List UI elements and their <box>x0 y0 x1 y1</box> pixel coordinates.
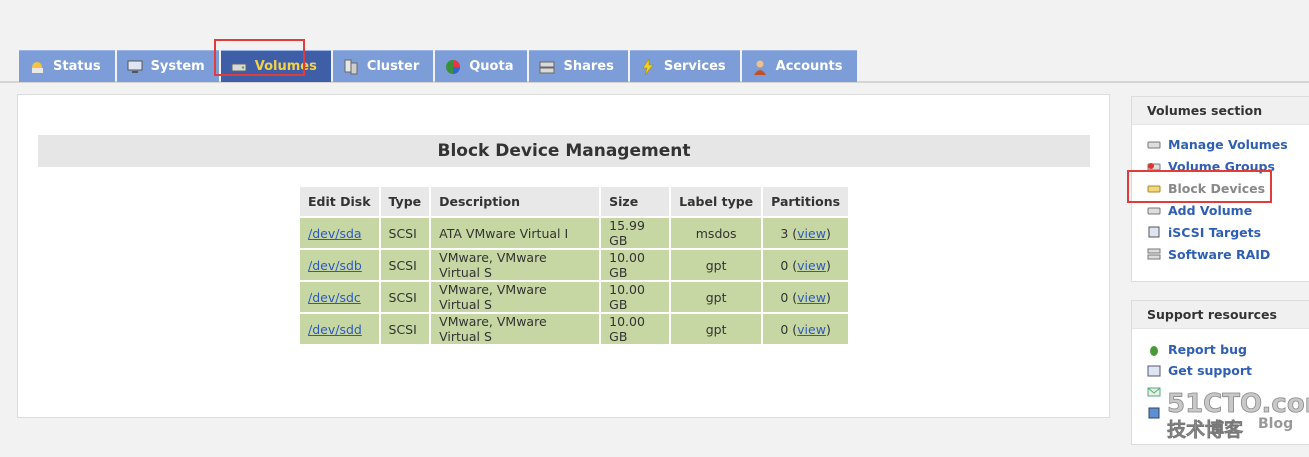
iscsi-icon <box>1147 225 1161 239</box>
disk-link[interactable]: /dev/sdc <box>308 290 361 305</box>
partitions-count: 3 ( <box>780 225 798 241</box>
tab-quota[interactable]: Quota <box>435 50 528 82</box>
cell-type: SCSI <box>380 282 430 312</box>
mail-icon <box>1147 385 1161 399</box>
disk-link[interactable]: /dev/sdd <box>308 322 362 337</box>
cell-description: VMware, VMware Virtual S <box>431 282 600 312</box>
tab-shares[interactable]: Shares <box>529 50 628 82</box>
sidebar-item-label: Report bug <box>1168 342 1247 357</box>
header-edit-disk: Edit Disk <box>300 187 379 216</box>
raid-icon <box>1147 247 1161 261</box>
tab-cluster[interactable]: Cluster <box>332 50 434 82</box>
tab-label: Accounts <box>775 59 843 74</box>
cell-size: 10.00 GB <box>601 250 670 280</box>
paren: ) <box>825 225 831 241</box>
accounts-icon <box>752 59 768 75</box>
sidebar-item-label: iSCSI Targets <box>1168 224 1262 240</box>
tab-status[interactable]: Status <box>19 50 115 82</box>
status-icon <box>29 59 45 75</box>
cluster-icon <box>343 59 359 75</box>
main-panel: Block Device Management Edit Disk Type D… <box>17 94 1110 418</box>
header-type: Type <box>380 187 430 216</box>
sidebar-item-report-bug[interactable]: Report bug <box>1147 339 1309 360</box>
cell-size: 10.00 GB <box>601 282 670 312</box>
disk-link[interactable]: /dev/sda <box>308 226 362 241</box>
header-partitions: Partitions <box>763 187 849 216</box>
cell-type: SCSI <box>380 218 430 248</box>
book-icon <box>1147 406 1161 420</box>
view-link[interactable]: view <box>797 322 826 337</box>
table-row: /dev/sdb SCSI VMware, VMware Virtual S 1… <box>300 250 849 280</box>
watermark-site: 51CTO.com <box>1167 389 1309 419</box>
shares-icon <box>539 59 555 75</box>
cell-label-type: gpt <box>671 250 762 280</box>
cell-type: SCSI <box>380 314 430 344</box>
add-volume-icon <box>1147 203 1161 217</box>
tab-label: Cluster <box>366 59 420 74</box>
disk-icon <box>1147 137 1161 151</box>
watermark-sub: 技术博客 <box>1167 418 1244 441</box>
system-icon <box>127 59 143 75</box>
partitions-count: 0 ( <box>780 321 798 337</box>
watermark-logo: 51CTO.com 技术博客 Blog <box>1167 380 1309 450</box>
cell-label-type: gpt <box>671 282 762 312</box>
cell-size: 10.00 GB <box>601 314 670 344</box>
header-label-type: Label type <box>671 187 762 216</box>
volumes-section-title: Volumes section <box>1132 97 1309 125</box>
sidebar-item-software-raid[interactable]: Software RAID <box>1147 243 1309 265</box>
main-tabs: Status System Volumes Cluster Quota Shar… <box>19 50 859 82</box>
sidebar-item-label: Add Volume <box>1168 202 1253 218</box>
cell-label-type: msdos <box>671 218 762 248</box>
paren: ) <box>825 257 831 273</box>
support-icon <box>1147 364 1161 378</box>
sidebar-item-iscsi-targets[interactable]: iSCSI Targets <box>1147 221 1309 243</box>
view-link[interactable]: view <box>797 258 826 273</box>
sidebar-item-label: Get support <box>1168 363 1253 378</box>
paren: ) <box>825 289 831 305</box>
table-row: /dev/sdd SCSI VMware, VMware Virtual S 1… <box>300 314 849 344</box>
partitions-count: 0 ( <box>780 257 798 273</box>
tab-services[interactable]: Services <box>629 50 740 82</box>
quota-icon <box>445 59 461 75</box>
partitions-count: 0 ( <box>780 289 798 305</box>
cell-partitions: 0 (view) <box>763 282 849 312</box>
tab-label: Shares <box>563 59 614 74</box>
block-device-table: Edit Disk Type Description Size Label ty… <box>298 185 850 346</box>
cell-partitions: 3 (view) <box>763 218 849 248</box>
table-row: /dev/sda SCSI ATA VMware Virtual I 15.99… <box>300 218 849 248</box>
disk-link[interactable]: /dev/sdb <box>308 258 362 273</box>
page-title: Block Device Management <box>38 135 1090 167</box>
cell-label-type: gpt <box>671 314 762 344</box>
table-row: /dev/sdc SCSI VMware, VMware Virtual S 1… <box>300 282 849 312</box>
tab-accounts[interactable]: Accounts <box>741 50 857 82</box>
sidebar-item-manage-volumes[interactable]: Manage Volumes <box>1147 133 1309 155</box>
sidebar-item-label: Software RAID <box>1168 246 1271 262</box>
cell-description: VMware, VMware Virtual S <box>431 314 600 344</box>
bug-icon <box>1147 343 1161 357</box>
table-header-row: Edit Disk Type Description Size Label ty… <box>300 187 849 216</box>
services-icon <box>640 58 656 75</box>
block-devices-highlight <box>1127 170 1272 203</box>
view-link[interactable]: view <box>797 290 826 305</box>
header-size: Size <box>601 187 670 216</box>
volumes-tab-highlight <box>214 39 305 76</box>
cell-partitions: 0 (view) <box>763 314 849 344</box>
cell-description: ATA VMware Virtual I <box>431 218 600 248</box>
tab-system[interactable]: System <box>116 50 219 82</box>
watermark-blog: Blog <box>1258 416 1293 432</box>
tab-label: Services <box>663 59 726 74</box>
paren: ) <box>825 321 831 337</box>
cell-type: SCSI <box>380 250 430 280</box>
support-resources-title: Support resources <box>1132 301 1309 329</box>
tab-label: System <box>150 59 205 74</box>
tab-label: Status <box>53 59 101 74</box>
tab-label: Quota <box>469 59 514 74</box>
cell-size: 15.99 GB <box>601 218 670 248</box>
sidebar-item-label: Manage Volumes <box>1168 136 1288 152</box>
view-link[interactable]: view <box>797 226 826 241</box>
header-description: Description <box>431 187 600 216</box>
sidebar-item-get-support[interactable]: Get support <box>1147 360 1309 381</box>
cell-description: VMware, VMware Virtual S <box>431 250 600 280</box>
cell-partitions: 0 (view) <box>763 250 849 280</box>
